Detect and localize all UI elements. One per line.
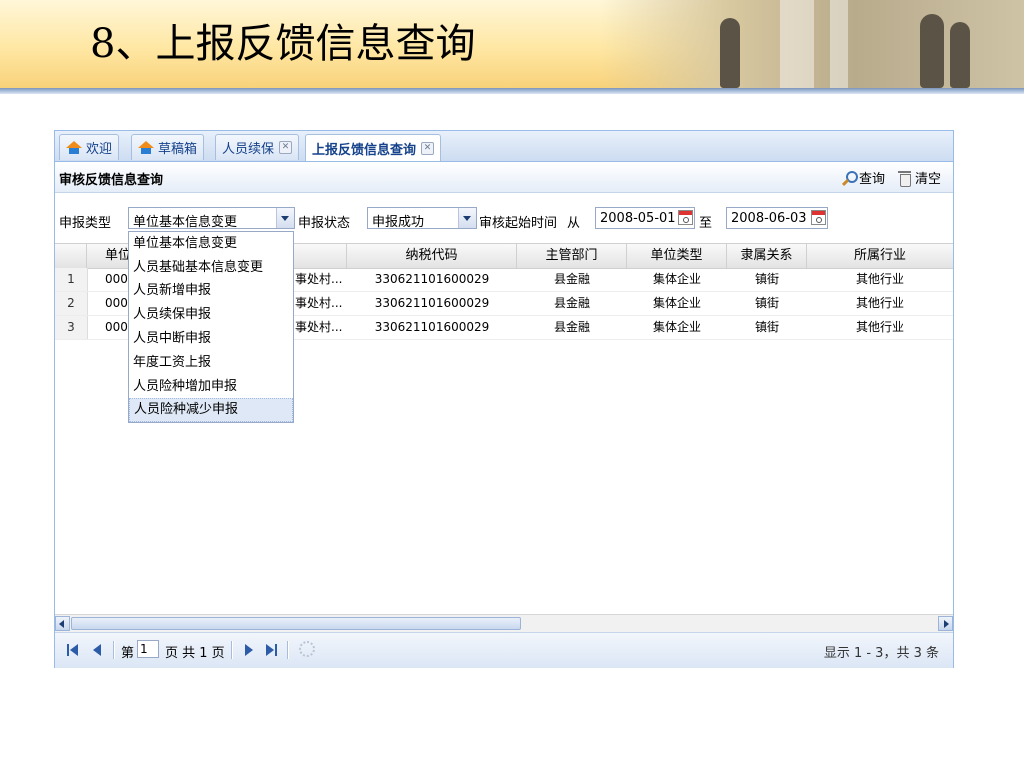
to-date-field[interactable]: 2008-06-03 bbox=[726, 207, 828, 229]
unit-name-cell: 事处村... bbox=[295, 320, 343, 334]
tab-welcome[interactable]: 欢迎 bbox=[59, 134, 120, 160]
status-value: 申报成功 bbox=[372, 215, 425, 230]
clear-label: 清空 bbox=[915, 172, 942, 187]
paging-toolbar: 第 1 页 共 1 页 显示 1 - 3，共 3 条 bbox=[55, 632, 953, 668]
affiliation-cell: 镇街 bbox=[754, 272, 779, 286]
to-label: 至 bbox=[699, 216, 713, 231]
status-label: 申报状态 bbox=[298, 216, 351, 231]
type-select[interactable]: 单位基本信息变更 bbox=[128, 207, 295, 230]
page-suffix: 页 共 1 页 bbox=[165, 646, 225, 661]
chevron-down-icon[interactable] bbox=[276, 208, 294, 228]
from-label: 从 bbox=[567, 216, 581, 231]
tax-code-cell: 330621101600029 bbox=[374, 272, 490, 286]
unit-type-cell: 集体企业 bbox=[652, 296, 701, 310]
dropdown-option[interactable]: 人员新增申报 bbox=[129, 279, 293, 303]
type-value: 单位基本信息变更 bbox=[133, 215, 238, 230]
unit-name-cell: 事处村... bbox=[295, 296, 343, 310]
column-header-tax-code[interactable]: 纳税代码 bbox=[347, 244, 517, 268]
dropdown-option[interactable]: 人员中断申报 bbox=[129, 327, 293, 351]
calendar-icon[interactable] bbox=[811, 210, 826, 225]
tab-renewal[interactable]: 人员续保 ✕ bbox=[215, 134, 300, 160]
dropdown-option[interactable]: 年度工资上报 bbox=[129, 351, 293, 375]
tax-code-cell: 330621101600029 bbox=[374, 296, 490, 310]
refresh-icon[interactable] bbox=[299, 641, 315, 657]
dropdown-option[interactable]: 人员险种增加申报 bbox=[129, 375, 293, 399]
banner-divider bbox=[0, 88, 1024, 94]
column-header-affiliation[interactable]: 隶属关系 bbox=[727, 244, 807, 268]
last-page-icon[interactable] bbox=[263, 643, 279, 657]
panel-header: 审核反馈信息查询 查询 清空 bbox=[55, 162, 953, 193]
unit-type-cell: 集体企业 bbox=[652, 320, 701, 334]
panel-title: 审核反馈信息查询 bbox=[59, 173, 164, 188]
slide-banner: 8、上报反馈信息查询 bbox=[0, 0, 1024, 88]
dropdown-option[interactable]: 人员基础基本信息变更 bbox=[129, 256, 293, 280]
search-icon bbox=[841, 170, 858, 186]
close-icon[interactable]: ✕ bbox=[421, 141, 435, 155]
page-number-input[interactable]: 1 bbox=[137, 640, 159, 658]
status-select[interactable]: 申报成功 bbox=[367, 207, 477, 230]
affiliation-cell: 镇街 bbox=[754, 320, 779, 334]
unit-name-cell: 事处村... bbox=[295, 272, 343, 286]
tax-code-cell: 330621101600029 bbox=[374, 320, 490, 334]
column-header-unit-type[interactable]: 单位类型 bbox=[627, 244, 727, 268]
row-number: 1 bbox=[55, 268, 88, 291]
scroll-right-icon[interactable] bbox=[938, 616, 953, 631]
to-date-value: 2008-06-03 bbox=[731, 211, 807, 226]
row-number: 3 bbox=[55, 316, 88, 339]
type-label: 申报类型 bbox=[59, 216, 112, 231]
department-cell: 县金融 bbox=[553, 296, 590, 310]
date-label: 审核起始时间 bbox=[479, 216, 558, 231]
query-label: 查询 bbox=[859, 172, 886, 187]
row-number-header bbox=[55, 244, 87, 268]
paging-status: 显示 1 - 3，共 3 条 bbox=[823, 646, 939, 661]
tab-bar: 欢迎 草稿箱 人员续保 ✕ 上报反馈信息查询 ✕ bbox=[55, 131, 953, 162]
tab-feedback-query[interactable]: 上报反馈信息查询 ✕ bbox=[305, 134, 442, 161]
first-page-icon[interactable] bbox=[65, 643, 81, 657]
tab-label: 草稿箱 bbox=[158, 142, 198, 157]
home-icon bbox=[66, 140, 82, 155]
close-icon[interactable]: ✕ bbox=[279, 141, 293, 154]
horizontal-scrollbar[interactable] bbox=[55, 614, 953, 632]
scroll-thumb[interactable] bbox=[71, 617, 521, 630]
affiliation-cell: 镇街 bbox=[754, 296, 779, 310]
toolbar-separator bbox=[287, 641, 289, 659]
previous-page-icon[interactable] bbox=[89, 643, 105, 657]
industry-cell: 其他行业 bbox=[855, 272, 904, 286]
tab-label: 欢迎 bbox=[86, 142, 113, 157]
industry-cell: 其他行业 bbox=[855, 320, 904, 334]
tab-label: 上报反馈信息查询 bbox=[312, 142, 417, 158]
dropdown-option[interactable]: 单位基本信息变更 bbox=[129, 232, 293, 256]
chevron-down-icon[interactable] bbox=[458, 208, 476, 228]
column-header-industry[interactable]: 所属行业 bbox=[807, 244, 953, 268]
from-date-field[interactable]: 2008-05-01 bbox=[595, 207, 695, 229]
page-prefix: 第 bbox=[121, 646, 135, 661]
banner-decoration bbox=[600, 0, 1024, 88]
type-dropdown-list: 单位基本信息变更 人员基础基本信息变更 人员新增申报 人员续保申报 人员中断申报… bbox=[128, 231, 294, 423]
tab-label: 人员续保 bbox=[222, 142, 275, 157]
unit-type-cell: 集体企业 bbox=[652, 272, 701, 286]
scroll-left-icon[interactable] bbox=[55, 616, 70, 631]
dropdown-option[interactable]: 人员续保申报 bbox=[129, 303, 293, 327]
row-number: 2 bbox=[55, 292, 88, 315]
query-button[interactable]: 查询 bbox=[841, 168, 885, 187]
toolbar-separator bbox=[231, 641, 233, 659]
dropdown-option-highlighted[interactable]: 人员险种减少申报 bbox=[129, 398, 293, 422]
calendar-icon[interactable] bbox=[678, 210, 693, 225]
column-header-department[interactable]: 主管部门 bbox=[517, 244, 627, 268]
department-cell: 县金融 bbox=[553, 272, 590, 286]
industry-cell: 其他行业 bbox=[855, 296, 904, 310]
clear-button[interactable]: 清空 bbox=[897, 168, 941, 187]
department-cell: 县金融 bbox=[553, 320, 590, 334]
tab-drafts[interactable]: 草稿箱 bbox=[131, 134, 205, 160]
from-date-value: 2008-05-01 bbox=[600, 211, 676, 226]
home-icon bbox=[138, 140, 154, 155]
toolbar-separator bbox=[113, 641, 115, 659]
next-page-icon[interactable] bbox=[241, 643, 257, 657]
trash-icon bbox=[897, 170, 913, 187]
slide-title: 8、上报反馈信息查询 bbox=[90, 21, 476, 67]
